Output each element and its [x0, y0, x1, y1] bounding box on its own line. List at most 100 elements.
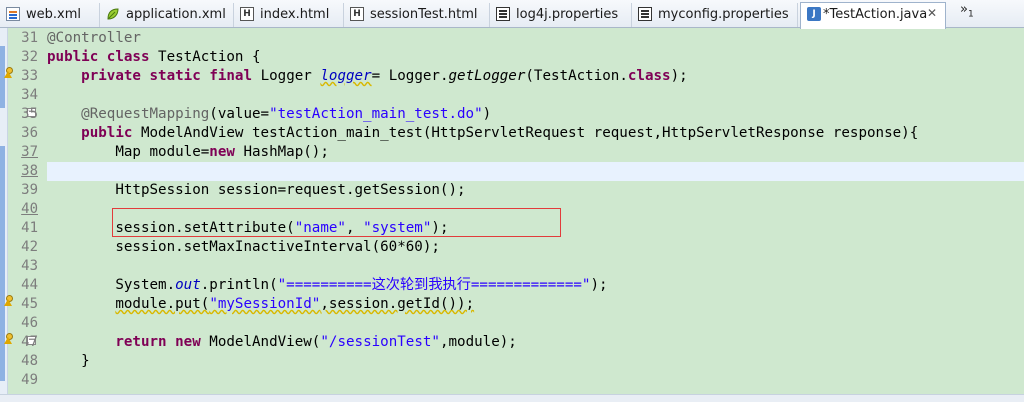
code-token: public [81, 125, 133, 141]
code-token: session.setMaxInactiveInterval(60*60); [47, 239, 440, 255]
line-number: 48 [21, 353, 38, 369]
code-token: private [81, 68, 141, 84]
code-token: ) [482, 106, 492, 122]
line-number: 42 [21, 239, 38, 255]
code-token: ModelAndView( [200, 334, 321, 350]
line-number: 41 [21, 220, 38, 236]
line-number: 46 [21, 315, 38, 331]
tab-application-xml[interactable]: application.xml [100, 3, 234, 27]
line-number: 34 [21, 87, 38, 103]
code-token: ,session.getId()); [320, 296, 475, 312]
more-tabs-button[interactable]: »1 [960, 2, 974, 20]
code-token: out [175, 277, 201, 293]
code-token: class [106, 49, 150, 65]
code-token: ); [590, 277, 608, 293]
code-token: .println( [200, 277, 278, 293]
tab-sessiontest-html[interactable]: H sessionTest.html [344, 3, 490, 27]
close-tab-icon[interactable]: ✕ [925, 6, 939, 20]
code-line: HttpSession session=request.getSession()… [47, 181, 1024, 200]
code-token: "testAction_main_test.do" [269, 106, 483, 122]
line-number: 33 [21, 68, 38, 84]
tab-myconfig-properties[interactable]: myconfig.properties [632, 3, 798, 27]
code-line: } [47, 352, 1024, 371]
properties-file-icon [638, 7, 652, 21]
code-token: System. [47, 277, 176, 293]
code-token: return [115, 334, 167, 350]
code-token: @RequestMapping [81, 106, 210, 122]
code-token: "==========这次轮到我执行=============" [277, 277, 591, 293]
overview-ruler [0, 28, 8, 401]
code-token: static [149, 68, 201, 84]
java-file-icon: J [807, 7, 821, 21]
line-number: 32 [21, 49, 38, 65]
code-line: System.out.println("==========这次轮到我执行===… [47, 276, 1024, 295]
code-token: } [47, 353, 90, 369]
code-token: HttpSession session=request.getSession()… [47, 182, 466, 198]
code-token: logger [320, 68, 372, 84]
line-number: 40 [21, 201, 38, 217]
line-number: 38 [21, 163, 38, 179]
code-token: Logger [252, 68, 321, 84]
code-line: public ModelAndView testAction_main_test… [47, 124, 1024, 143]
code-line: Map module=new HashMap(); [47, 143, 1024, 162]
code-token: (TestAction. [525, 68, 628, 84]
properties-file-icon [496, 7, 510, 21]
code-line: public class TestAction { [47, 48, 1024, 67]
line-number: 31 [21, 30, 38, 46]
code-token: new [209, 144, 235, 160]
chevron-double-right-icon: » [960, 2, 968, 17]
code-line: return new ModelAndView("/sessionTest",m… [47, 333, 1024, 352]
code-token: "/sessionTest" [320, 334, 440, 350]
code-token: final [209, 68, 253, 84]
line-number: 39 [21, 182, 38, 198]
tab-label: application.xml [126, 7, 226, 22]
html-file-icon: H [350, 7, 364, 21]
code-token: ,module); [439, 334, 517, 350]
code-token: module.put( [115, 296, 210, 312]
line-number: 47 [21, 334, 38, 350]
code-line: @RequestMapping(value="testAction_main_t… [47, 105, 1024, 124]
tab-web-xml[interactable]: web.xml [0, 3, 100, 27]
code-token: = Logger. [371, 68, 449, 84]
code-line: session.setMaxInactiveInterval(60*60); [47, 238, 1024, 257]
editor-tab-bar: web.xml application.xml H index.html H s… [0, 0, 1024, 29]
hidden-tab-count: 1 [967, 9, 974, 20]
code-line: @Controller [47, 29, 1024, 48]
tab-index-html[interactable]: H index.html [234, 3, 344, 27]
code-line: private static final Logger logger= Logg… [47, 67, 1024, 86]
code-token: new [175, 334, 201, 350]
tab-label: index.html [260, 7, 330, 22]
code-token: class [627, 68, 671, 84]
change-marker [0, 146, 5, 381]
tab-testaction-java[interactable]: J *TestAction.java ✕ [800, 2, 946, 29]
tab-label: sessionTest.html [370, 7, 478, 22]
code-token: ); [670, 68, 688, 84]
code-token: Map module= [47, 144, 210, 160]
tab-log4j-properties[interactable]: log4j.properties [490, 3, 632, 27]
spring-leaf-icon [106, 7, 120, 21]
code-token: (value= [209, 106, 270, 122]
line-number: 37 [21, 144, 38, 160]
tab-label: log4j.properties [516, 7, 619, 22]
line-number: 45 [21, 296, 38, 312]
tab-label: myconfig.properties [658, 7, 789, 22]
line-number: 35 [21, 106, 38, 122]
code-token: ModelAndView testAction_main_test(HttpSe… [132, 125, 919, 141]
line-number: 49 [21, 372, 38, 388]
code-token: TestAction { [149, 49, 261, 65]
code-token: "mySessionId" [209, 296, 321, 312]
tab-label: web.xml [26, 7, 81, 22]
code-token: getLogger [448, 68, 526, 84]
line-number: 44 [21, 277, 38, 293]
